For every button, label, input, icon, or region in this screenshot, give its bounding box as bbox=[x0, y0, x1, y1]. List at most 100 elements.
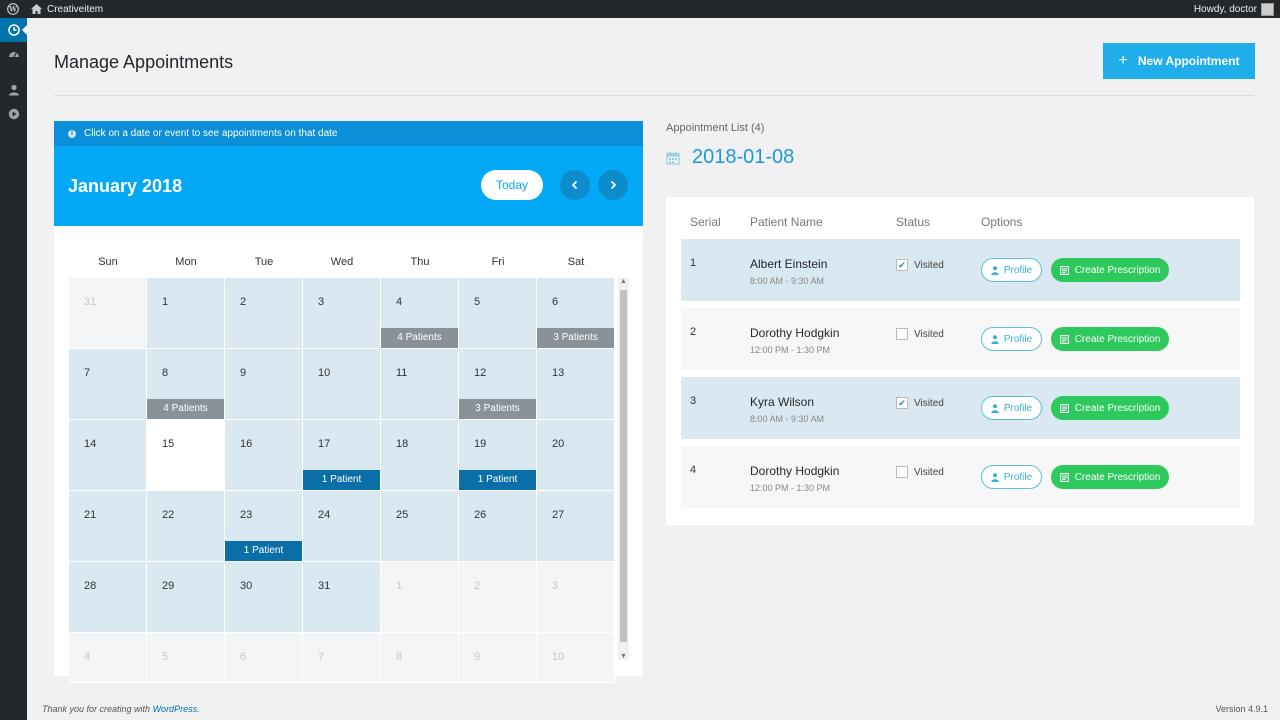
avatar bbox=[1261, 2, 1274, 16]
visited-status[interactable]: Visited bbox=[896, 328, 944, 340]
play-icon[interactable] bbox=[0, 102, 27, 126]
calendar-day[interactable]: 1 bbox=[147, 278, 225, 349]
calendar-event[interactable]: 3 Patients bbox=[537, 328, 614, 348]
wordpress-logo-icon[interactable]: W bbox=[0, 0, 26, 18]
dashboard-icon[interactable] bbox=[0, 42, 27, 66]
calendar-day[interactable]: 19 1 Patient bbox=[459, 420, 537, 491]
create-prescription-button[interactable]: Create Prescription bbox=[1051, 396, 1169, 420]
calendar-day[interactable]: 8 4 Patients bbox=[147, 349, 225, 420]
visited-status[interactable]: Visited bbox=[896, 466, 944, 478]
calendar-day[interactable]: 29 bbox=[147, 562, 225, 633]
day-number: 21 bbox=[84, 509, 97, 521]
calendar-scrollbar[interactable]: ▲ ▼ bbox=[618, 278, 629, 660]
calendar-day[interactable]: 21 bbox=[69, 491, 147, 562]
calendar-event[interactable]: 3 Patients bbox=[459, 399, 536, 419]
calendar-day[interactable]: 1 bbox=[381, 562, 459, 633]
calendar-day[interactable]: 7 bbox=[303, 633, 381, 683]
create-prescription-button[interactable]: Create Prescription bbox=[1051, 258, 1169, 282]
calendar-day[interactable]: 27 bbox=[537, 491, 615, 562]
calendar-day[interactable]: 5 bbox=[147, 633, 225, 683]
profile-button[interactable]: Profile bbox=[981, 327, 1042, 351]
calendar-day[interactable]: 22 bbox=[147, 491, 225, 562]
calendar-day[interactable]: 4 bbox=[69, 633, 147, 683]
create-prescription-label: Create Prescription bbox=[1074, 333, 1161, 345]
calendar-day[interactable]: 31 bbox=[303, 562, 381, 633]
calendar-day[interactable]: 26 bbox=[459, 491, 537, 562]
day-number: 31 bbox=[318, 580, 331, 592]
visited-checkbox[interactable]: ✔ bbox=[896, 259, 908, 271]
calendar-day[interactable]: 9 bbox=[459, 633, 537, 683]
calendar-day[interactable]: 28 bbox=[69, 562, 147, 633]
calendar-day[interactable]: 3 bbox=[303, 278, 381, 349]
patient-name: Kyra Wilson bbox=[750, 395, 815, 409]
day-number: 19 bbox=[474, 438, 487, 450]
scroll-up-icon[interactable]: ▲ bbox=[618, 278, 629, 285]
day-number: 27 bbox=[552, 509, 565, 521]
calendar-event[interactable]: 4 Patients bbox=[147, 399, 224, 419]
visited-checkbox[interactable] bbox=[896, 466, 908, 478]
calendar-event[interactable]: 4 Patients bbox=[381, 328, 458, 348]
calendar-day[interactable]: 18 bbox=[381, 420, 459, 491]
prev-month-button[interactable] bbox=[560, 170, 590, 200]
calendar-day[interactable]: 23 1 Patient bbox=[225, 491, 303, 562]
calendar-day[interactable]: 4 4 Patients bbox=[381, 278, 459, 349]
calendar-day[interactable]: 13 bbox=[537, 349, 615, 420]
calendar-day[interactable]: 30 bbox=[225, 562, 303, 633]
calendar-day[interactable]: 3 bbox=[537, 562, 615, 633]
profile-button[interactable]: Profile bbox=[981, 396, 1042, 420]
chevron-left-icon bbox=[571, 180, 578, 190]
day-number: 15 bbox=[162, 438, 175, 450]
calendar-day[interactable]: 2 bbox=[459, 562, 537, 633]
calendar-day[interactable]: 10 bbox=[303, 349, 381, 420]
calendar-event[interactable]: 1 Patient bbox=[225, 541, 302, 561]
calendar-day[interactable]: 20 bbox=[537, 420, 615, 491]
calendar-day[interactable]: 16 bbox=[225, 420, 303, 491]
day-number: 10 bbox=[318, 367, 331, 379]
table-row: 1 Albert Einstein 8:00 AM - 9:30 AM ✔ Visite… bbox=[681, 239, 1240, 301]
day-of-week-sun: Sun bbox=[98, 256, 118, 268]
calendar-day[interactable]: 17 1 Patient bbox=[303, 420, 381, 491]
calendar-day[interactable]: 12 3 Patients bbox=[459, 349, 537, 420]
scrollbar-thumb[interactable] bbox=[620, 290, 627, 642]
calendar-day[interactable]: 15 bbox=[147, 420, 225, 491]
visited-checkbox[interactable]: ✔ bbox=[896, 397, 908, 409]
calendar-day[interactable]: 10 bbox=[537, 633, 615, 683]
profile-button[interactable]: Profile bbox=[981, 465, 1042, 489]
user-menu[interactable]: Howdy, doctor bbox=[1194, 2, 1280, 16]
visited-checkbox[interactable] bbox=[896, 328, 908, 340]
new-appointment-button[interactable]: + New Appointment bbox=[1103, 43, 1255, 79]
wordpress-link[interactable]: WordPress bbox=[153, 704, 198, 714]
calendar-day[interactable]: 5 bbox=[459, 278, 537, 349]
calendar-day[interactable]: 11 bbox=[381, 349, 459, 420]
site-name-link[interactable]: Creativeitem bbox=[31, 4, 103, 15]
create-prescription-button[interactable]: Create Prescription bbox=[1051, 327, 1169, 351]
user-icon[interactable] bbox=[0, 78, 27, 102]
calendar-day[interactable]: 14 bbox=[69, 420, 147, 491]
clock-icon[interactable] bbox=[0, 18, 27, 42]
today-button[interactable]: Today bbox=[481, 170, 543, 200]
calendar-day[interactable]: 8 bbox=[381, 633, 459, 683]
visited-status[interactable]: ✔ Visited bbox=[896, 259, 944, 271]
table-header: Serial Patient Name Status Options bbox=[681, 209, 1241, 235]
scroll-down-icon[interactable]: ▼ bbox=[618, 653, 629, 660]
profile-label: Profile bbox=[1003, 333, 1033, 345]
profile-button[interactable]: Profile bbox=[981, 258, 1042, 282]
calendar-day[interactable]: 7 bbox=[69, 349, 147, 420]
calendar-day[interactable]: 31 bbox=[69, 278, 147, 349]
calendar-day[interactable]: 25 bbox=[381, 491, 459, 562]
calendar-days: 31 1 2 3 4 4 Patients 5 6 3 Patients 7 8 4 Patients… bbox=[69, 278, 615, 683]
svg-text:W: W bbox=[8, 5, 17, 14]
create-prescription-button[interactable]: Create Prescription bbox=[1051, 465, 1169, 489]
calendar-event[interactable]: 1 Patient bbox=[303, 470, 380, 490]
create-prescription-label: Create Prescription bbox=[1074, 471, 1161, 483]
admin-side-menu bbox=[0, 18, 27, 720]
calendar-day[interactable]: 24 bbox=[303, 491, 381, 562]
calendar-day[interactable]: 9 bbox=[225, 349, 303, 420]
next-month-button[interactable] bbox=[598, 170, 628, 200]
calendar-day[interactable]: 6 3 Patients bbox=[537, 278, 615, 349]
calendar-day[interactable]: 6 bbox=[225, 633, 303, 683]
calendar-day[interactable]: 2 bbox=[225, 278, 303, 349]
visited-status[interactable]: ✔ Visited bbox=[896, 397, 944, 409]
table-row: 2 Dorothy Hodgkin 12:00 PM - 1:30 PM Visite… bbox=[681, 308, 1240, 370]
calendar-event[interactable]: 1 Patient bbox=[459, 470, 536, 490]
